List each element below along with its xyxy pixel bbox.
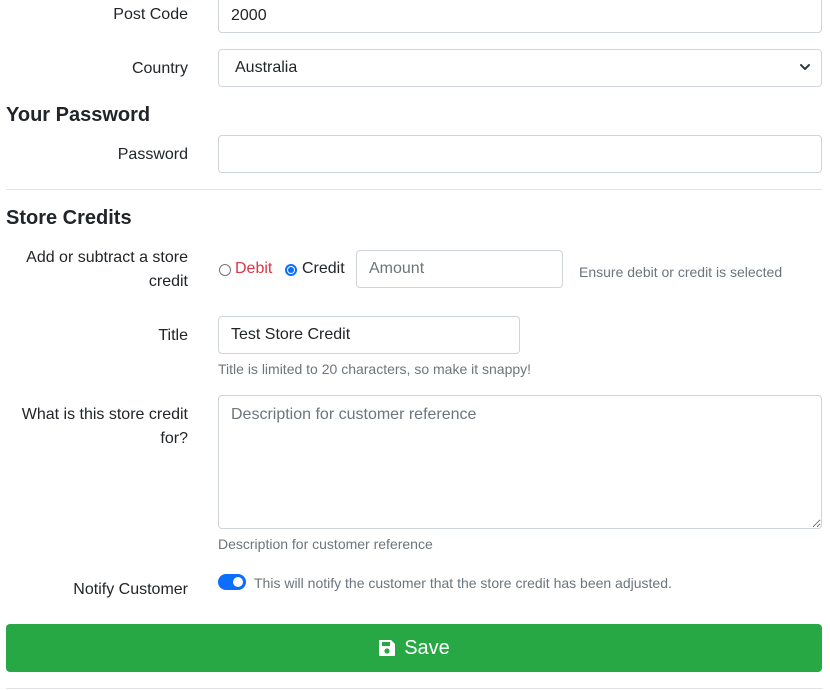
- notify-help-text: This will notify the customer that the s…: [254, 575, 672, 591]
- password-section-title: Your Password: [6, 104, 151, 126]
- debit-radio[interactable]: [219, 264, 231, 276]
- post-code-label: Post Code: [113, 6, 188, 23]
- store-credits-title: Store Credits: [6, 207, 132, 229]
- amount-input[interactable]: [356, 250, 563, 288]
- description-textarea[interactable]: [218, 395, 822, 529]
- bottom-divider: [6, 688, 822, 689]
- title-label: Title: [158, 327, 188, 344]
- post-code-input[interactable]: [218, 0, 822, 33]
- save-button[interactable]: Save: [6, 624, 822, 672]
- password-label: Password: [117, 146, 188, 163]
- store-credit-adjust-label: Add or subtract a store credit: [26, 249, 188, 290]
- notify-customer-label: Notify Customer: [73, 581, 188, 598]
- country-selected-value: Australia: [235, 59, 298, 76]
- floppy-disk-icon: [378, 639, 396, 657]
- notify-customer-switch[interactable]: [218, 574, 246, 590]
- title-help-text: Title is limited to 20 characters, so ma…: [218, 361, 532, 377]
- credit-radio[interactable]: [285, 264, 297, 276]
- title-input[interactable]: [218, 316, 520, 354]
- debit-radio-label[interactable]: Debit: [235, 259, 272, 279]
- section-divider: [6, 189, 822, 190]
- password-input[interactable]: [218, 135, 822, 173]
- country-select[interactable]: Australia: [218, 49, 822, 87]
- description-label: What is this store credit for?: [21, 406, 188, 447]
- country-label: Country: [131, 60, 188, 77]
- edit-customer-form: Post Code Country Australia Your Passwor…: [0, 0, 830, 690]
- description-help-text: Description for customer reference: [218, 536, 433, 552]
- credit-radio-label[interactable]: Credit: [302, 259, 345, 279]
- chevron-down-icon: [799, 50, 811, 100]
- save-button-label: Save: [404, 636, 450, 659]
- amount-help-text: Ensure debit or credit is selected: [579, 264, 783, 280]
